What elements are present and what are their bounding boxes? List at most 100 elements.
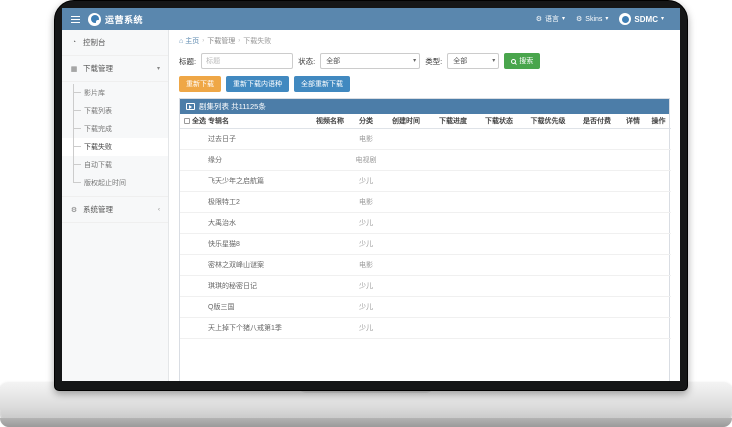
- cell: [522, 128, 574, 149]
- column-header: 下载优先级: [522, 114, 574, 128]
- redownload-language-button[interactable]: 重新下载内语种: [226, 76, 289, 92]
- cell: [382, 233, 430, 254]
- album-cell: 密林之双峰山谜案: [206, 254, 310, 275]
- cell: [620, 233, 646, 254]
- sidebar-subitem[interactable]: 下载列表: [62, 102, 168, 120]
- cell: [620, 275, 646, 296]
- cell: [310, 149, 350, 170]
- table-row: 缘分电视剧: [180, 149, 671, 170]
- skins-dropdown[interactable]: ⚙ Skins ▾: [576, 16, 608, 23]
- sidebar-subitem[interactable]: 影片库: [62, 84, 168, 102]
- cell: [180, 191, 206, 212]
- cell: [382, 128, 430, 149]
- cell: [382, 191, 430, 212]
- album-cell: 快乐星猫8: [206, 233, 310, 254]
- cell: [522, 233, 574, 254]
- redownload-all-button[interactable]: 全部重新下载: [294, 76, 350, 92]
- cell: [180, 149, 206, 170]
- chevron-down-icon: ▾: [661, 16, 664, 22]
- status-select[interactable]: 全部 ▾: [320, 53, 420, 69]
- breadcrumb-section-link[interactable]: 下载管理: [207, 36, 235, 46]
- episode-list-panel: 剧集列表 共11125条 全选专辑名视频名称分类创建时间下载进度下载状态下载优先…: [179, 98, 670, 381]
- album-cell: 天上掉下个猪八戒第1季: [206, 317, 310, 338]
- select-all-checkbox[interactable]: [184, 118, 190, 124]
- cell: [476, 170, 522, 191]
- gear-icon: ⚙: [576, 16, 582, 23]
- title-filter-input[interactable]: [201, 53, 293, 69]
- cell: [646, 212, 671, 233]
- album-cell: Q版三国: [206, 296, 310, 317]
- cell: [180, 254, 206, 275]
- cell: [430, 275, 476, 296]
- cell: [574, 317, 620, 338]
- category-cell: 电视剧: [350, 149, 382, 170]
- status-filter-label: 状态:: [298, 56, 315, 67]
- sidebar-item-download-mgmt[interactable]: ▦ 下载管理 ▾: [62, 56, 168, 82]
- cell: [620, 317, 646, 338]
- table-body: 过去日子电影缘分电视剧飞天少年之启航篇少儿极限特工2电影大禹治水少儿快乐星猫8少…: [180, 128, 671, 338]
- chevron-down-icon: ▾: [157, 65, 160, 72]
- cell: [574, 170, 620, 191]
- cell: [476, 149, 522, 170]
- cell: [310, 191, 350, 212]
- sidebar-subitem[interactable]: 自动下载: [62, 156, 168, 174]
- redownload-button[interactable]: 重新下载: [179, 76, 221, 92]
- sidebar-subitem[interactable]: 下载失败: [62, 138, 168, 156]
- sidebar: ◔ 控制台 ▦ 下载管理 ▾ 影片库下载列表下载完成下载失败自动下载版权起止时间…: [62, 30, 169, 381]
- action-bar: 重新下载 重新下载内语种 全部重新下载: [179, 73, 670, 98]
- cell: [646, 149, 671, 170]
- chevron-down-icon: ▾: [413, 58, 416, 64]
- language-dropdown[interactable]: ⚙ 语言 ▾: [536, 14, 565, 24]
- cell: [180, 275, 206, 296]
- cell: [574, 149, 620, 170]
- laptop-mockup: 运营系统 ⚙ 语言 ▾ ⚙ Skins ▾ SDMC ▾: [0, 0, 732, 427]
- type-select[interactable]: 全部 ▾: [447, 53, 499, 69]
- video-icon: [186, 103, 195, 110]
- cell: [310, 296, 350, 317]
- column-header: 创建时间: [382, 114, 430, 128]
- cell: [430, 149, 476, 170]
- album-cell: 大禹治水: [206, 212, 310, 233]
- table-row: 极限特工2电影: [180, 191, 671, 212]
- status-select-value: 全部: [326, 56, 340, 66]
- panel-title: 剧集列表 共11125条: [199, 101, 266, 112]
- cell: [620, 254, 646, 275]
- breadcrumb-home-link[interactable]: ⌂ 主页: [179, 36, 199, 46]
- cell: [620, 128, 646, 149]
- category-cell: 电影: [350, 191, 382, 212]
- skins-label: Skins: [585, 16, 602, 23]
- brand: 运营系统: [88, 13, 143, 26]
- user-menu[interactable]: SDMC ▾: [619, 13, 664, 25]
- album-cell: 飞天少年之启航篇: [206, 170, 310, 191]
- top-navbar: 运营系统 ⚙ 语言 ▾ ⚙ Skins ▾ SDMC ▾: [62, 8, 680, 30]
- search-button[interactable]: 搜索: [504, 53, 540, 69]
- category-cell: 少儿: [350, 296, 382, 317]
- cell: [574, 275, 620, 296]
- category-cell: 电影: [350, 254, 382, 275]
- sidebar-item-label: 控制台: [83, 37, 106, 48]
- cell: [476, 191, 522, 212]
- sidebar-toggle-button[interactable]: [62, 8, 88, 30]
- cell: [310, 128, 350, 149]
- cell: [646, 296, 671, 317]
- sidebar-subitem[interactable]: 下载完成: [62, 120, 168, 138]
- download-manager-icon: ▦: [70, 65, 78, 73]
- cell: [574, 212, 620, 233]
- cell: [180, 128, 206, 149]
- breadcrumb-current: 下载失败: [243, 36, 271, 46]
- cell: [620, 212, 646, 233]
- cell: [310, 275, 350, 296]
- sidebar-subitem[interactable]: 版权起止时间: [62, 174, 168, 192]
- laptop-base-lip: [0, 418, 732, 427]
- sidebar-item-label: 下载管理: [83, 63, 113, 74]
- cell: [180, 212, 206, 233]
- table-row: 大禹治水少儿: [180, 212, 671, 233]
- cell: [620, 191, 646, 212]
- category-cell: 少儿: [350, 275, 382, 296]
- sidebar-item-system-mgmt[interactable]: ⚙ 系统管理 ‹: [62, 197, 168, 223]
- cell: [310, 317, 350, 338]
- cell: [430, 191, 476, 212]
- breadcrumb-separator: ›: [202, 38, 204, 44]
- category-cell: 电影: [350, 128, 382, 149]
- sidebar-item-console[interactable]: ◔ 控制台: [62, 30, 168, 56]
